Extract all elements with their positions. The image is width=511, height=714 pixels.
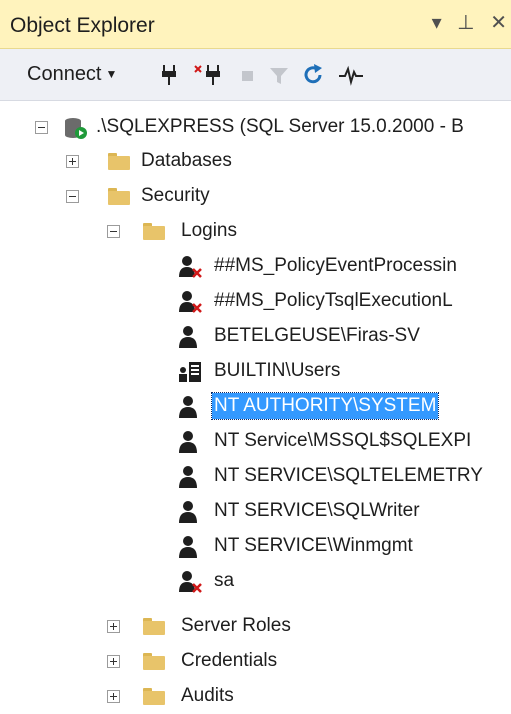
pin-icon[interactable]: ⊥ — [457, 10, 474, 35]
expand-toggle[interactable] — [107, 655, 120, 668]
login-label: ##MS_PolicyTsqlExecutionL — [214, 290, 453, 311]
login-label: sa — [214, 570, 235, 591]
tree-node-security[interactable]: Security — [0, 180, 511, 214]
close-icon[interactable]: ✕ — [490, 10, 507, 35]
databases-label: Databases — [141, 150, 232, 171]
security-label: Security — [141, 185, 210, 206]
folder-icon — [143, 688, 165, 705]
connect-label: Connect — [27, 63, 102, 85]
tree-node-server[interactable]: .\SQLEXPRESS (SQL Server 15.0.2000 - B — [0, 111, 511, 145]
user-icon — [179, 536, 197, 558]
tree-node-databases[interactable]: Databases — [0, 145, 511, 179]
tree-node-login[interactable]: NT SERVICE\SQLTELEMETRY — [0, 460, 511, 494]
tree-node-login[interactable]: NT SERVICE\SQLWriter — [0, 495, 511, 529]
dropdown-icon[interactable]: ▾ — [432, 10, 442, 35]
login-label: NT SERVICE\SQLTELEMETRY — [214, 465, 483, 486]
tree-node-logins[interactable]: Logins — [0, 215, 511, 249]
expand-toggle[interactable] — [107, 690, 120, 703]
login-label: NT SERVICE\SQLWriter — [214, 500, 420, 521]
disabled-user-icon — [179, 571, 202, 593]
folder-icon — [108, 188, 130, 205]
object-explorer-toolbar: Connect ▼ — [0, 49, 511, 101]
credentials-label: Credentials — [181, 650, 278, 671]
folder-icon — [143, 618, 165, 635]
panel-controls: ▾ ⊥ ✕ — [422, 10, 507, 35]
activity-monitor-icon[interactable] — [338, 63, 364, 87]
login-label: NT SERVICE\Winmgmt — [214, 535, 413, 556]
chevron-down-icon: ▼ — [105, 67, 118, 81]
user-icon — [179, 501, 197, 523]
object-explorer-tree: .\SQLEXPRESS (SQL Server 15.0.2000 - B D… — [0, 101, 511, 710]
server-icon — [65, 118, 87, 139]
collapse-toggle[interactable] — [35, 121, 48, 134]
logins-label: Logins — [181, 220, 237, 241]
tree-node-server-roles[interactable]: Server Roles — [0, 610, 511, 644]
disabled-user-icon — [179, 256, 202, 278]
user-icon — [179, 326, 197, 348]
tree-node-login[interactable]: ##MS_PolicyTsqlExecutionL — [0, 285, 511, 319]
login-label: NT Service\MSSQL$SQLEXPI — [214, 430, 472, 451]
folder-icon — [108, 153, 130, 170]
tree-node-login[interactable]: NT Service\MSSQL$SQLEXPI — [0, 425, 511, 459]
expand-toggle[interactable] — [66, 155, 79, 168]
tree-node-login[interactable]: BUILTIN\Users — [0, 355, 511, 389]
tree-node-login-selected[interactable]: NT AUTHORITY\SYSTEM — [0, 390, 511, 424]
folder-icon — [143, 653, 165, 670]
connect-button[interactable]: Connect ▼ — [27, 63, 117, 87]
tree-node-audits[interactable]: Audits — [0, 680, 511, 714]
expand-toggle[interactable] — [107, 620, 120, 633]
user-group-icon — [179, 362, 201, 382]
login-label: ##MS_PolicyEventProcessin — [214, 255, 457, 276]
login-label: BETELGEUSE\Firas-SV — [214, 325, 420, 346]
login-label: NT AUTHORITY\SYSTEM — [210, 392, 440, 420]
server-roles-label: Server Roles — [181, 615, 291, 636]
collapse-toggle[interactable] — [107, 225, 120, 238]
user-icon — [179, 466, 197, 488]
stop-icon[interactable] — [240, 63, 256, 87]
disconnect-icon[interactable] — [194, 63, 224, 87]
tree-node-credentials[interactable]: Credentials — [0, 645, 511, 679]
filter-icon[interactable] — [268, 63, 290, 87]
login-label: BUILTIN\Users — [214, 360, 341, 381]
audits-label: Audits — [181, 685, 234, 706]
folder-icon — [143, 223, 165, 240]
panel-title: Object Explorer — [10, 14, 155, 37]
tree-node-login[interactable]: NT SERVICE\Winmgmt — [0, 530, 511, 564]
server-label: .\SQLEXPRESS (SQL Server 15.0.2000 - B — [96, 116, 464, 137]
user-icon — [179, 396, 197, 418]
refresh-icon[interactable] — [303, 63, 325, 87]
collapse-toggle[interactable] — [66, 190, 79, 203]
tree-node-login[interactable]: ##MS_PolicyEventProcessin — [0, 250, 511, 284]
connect-plug-icon[interactable] — [158, 63, 180, 87]
user-icon — [179, 431, 197, 453]
tree-node-login[interactable]: sa — [0, 565, 511, 599]
object-explorer-titlebar: Object Explorer ▾ ⊥ ✕ — [0, 0, 511, 49]
tree-node-login[interactable]: BETELGEUSE\Firas-SV — [0, 320, 511, 354]
disabled-user-icon — [179, 291, 202, 313]
